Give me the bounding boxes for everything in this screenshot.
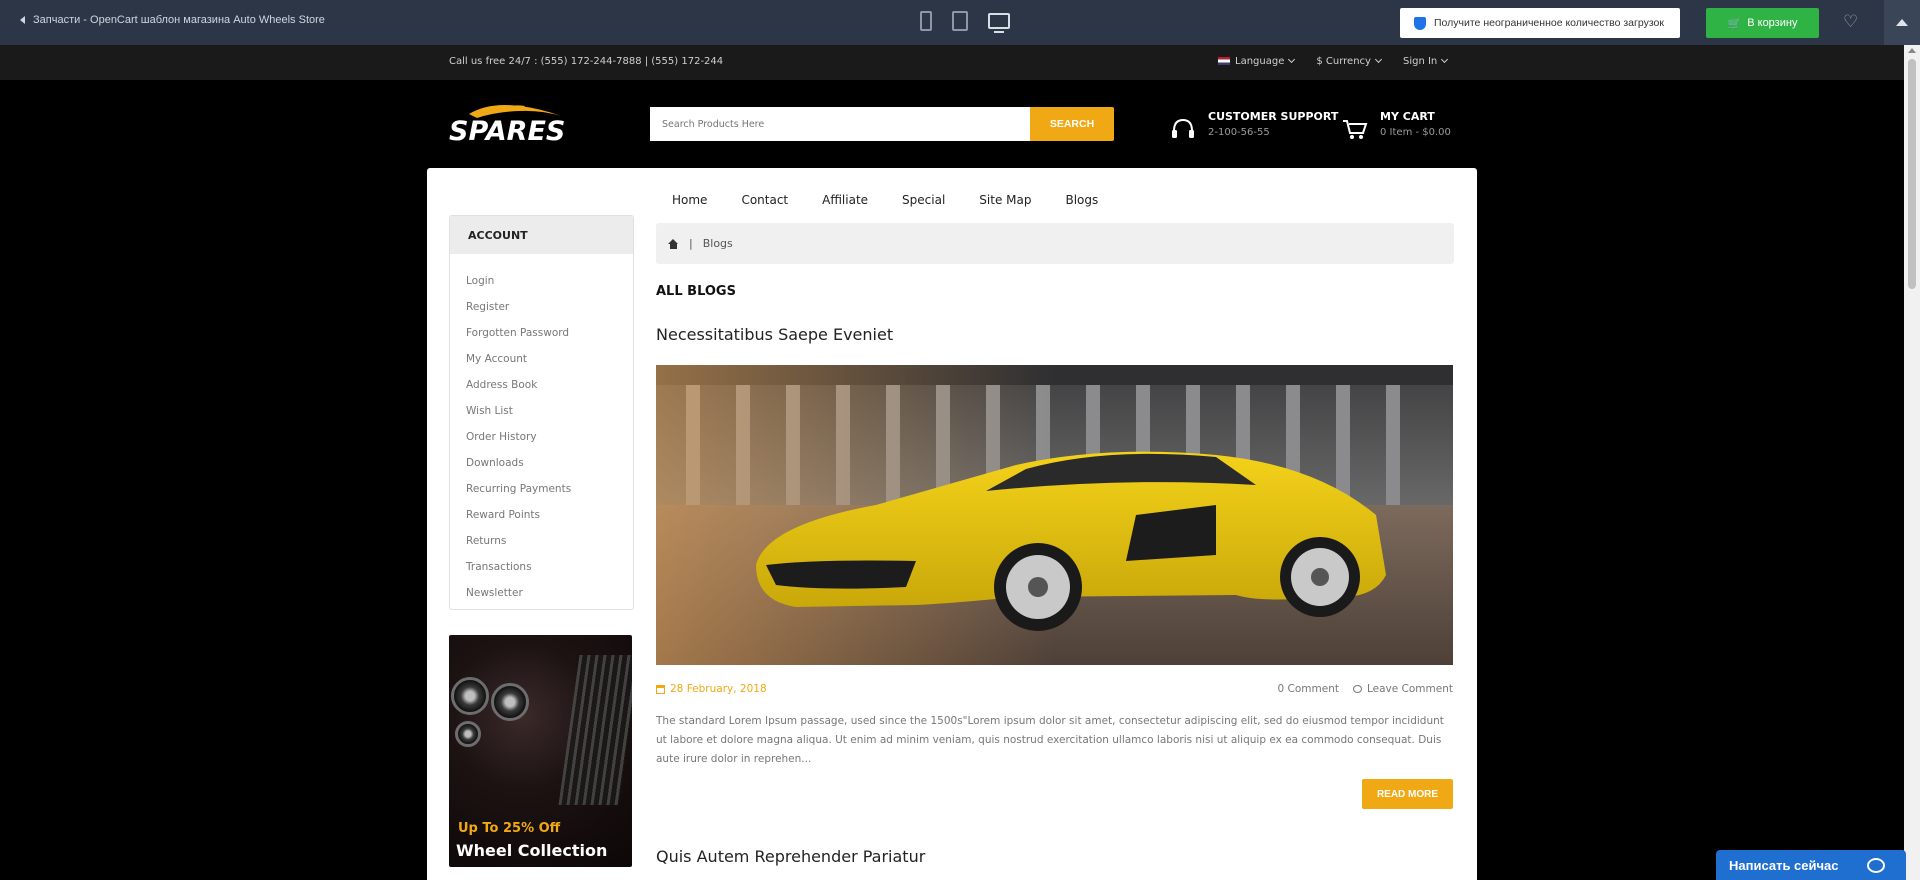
nav-blogs[interactable]: Blogs [1065, 193, 1098, 207]
breadcrumb-current[interactable]: Blogs [703, 237, 733, 250]
us-flag-icon [1218, 57, 1230, 65]
shopping-cart-icon [1343, 120, 1368, 139]
logo-text: SPARES [449, 116, 565, 144]
scroll-up-icon[interactable] [1908, 48, 1916, 53]
yellow-sports-car-image [656, 365, 1453, 665]
page-scrollbar[interactable] [1904, 45, 1920, 880]
cart-icon: 🛒 [1727, 17, 1742, 30]
mobile-view-icon[interactable] [920, 11, 932, 31]
nav-home[interactable]: Home [672, 193, 707, 207]
account-link-my-account[interactable]: My Account [466, 346, 633, 372]
currency-dropdown[interactable]: $ Currency [1316, 55, 1383, 67]
home-icon[interactable] [668, 238, 679, 249]
shield-icon [1414, 16, 1426, 30]
headset-icon [1172, 118, 1194, 138]
account-link-forgotten-password[interactable]: Forgotten Password [466, 320, 633, 346]
comment-count[interactable]: 0 Comment [1278, 683, 1339, 695]
account-heading: ACCOUNT [450, 216, 633, 254]
account-link-recurring-payments[interactable]: Recurring Payments [466, 476, 633, 502]
post-excerpt: The standard Lorem Ipsum passage, used s… [656, 715, 1444, 765]
post-date-text: 28 February, 2018 [670, 683, 767, 695]
account-sidebar: ACCOUNT Login Register Forgotten Passwor… [449, 215, 634, 610]
account-link-wish-list[interactable]: Wish List [466, 398, 633, 424]
headlight-image [491, 683, 529, 721]
post-meta: 28 February, 2018 0 Comment Leave Commen… [656, 683, 1453, 695]
account-link-reward-points[interactable]: Reward Points [466, 502, 633, 528]
chevron-down-icon [1374, 55, 1383, 64]
post-title[interactable]: Necessitatibus Saepe Eveniet [656, 325, 893, 344]
read-more-button[interactable]: READ MORE [1362, 779, 1453, 809]
nav-contact[interactable]: Contact [741, 193, 788, 207]
post-comments: 0 Comment Leave Comment [1278, 683, 1453, 695]
spares-logo[interactable]: SPARES [449, 100, 577, 144]
customer-support[interactable]: CUSTOMER SUPPORT 2-100-56-55 [1170, 110, 1338, 142]
back-label: Запчасти - OpenCart шаблон магазина Auto… [33, 14, 325, 26]
banner-discount: Up To 25% Off [458, 821, 561, 836]
support-phone: 2-100-56-55 [1208, 127, 1270, 138]
search-input[interactable] [650, 107, 1030, 141]
currency-label: $ Currency [1316, 56, 1371, 67]
chevron-down-icon [1288, 55, 1296, 64]
mini-cart[interactable]: MY CART 0 Item - $0.00 [1342, 110, 1451, 142]
nav-special[interactable]: Special [902, 193, 945, 207]
cart-summary: 0 Item - $0.00 [1380, 127, 1451, 138]
leave-comment-label: Leave Comment [1366, 683, 1453, 695]
cart-button-label: В корзину [1747, 17, 1798, 29]
chevron-down-icon [1441, 55, 1449, 64]
breadcrumb: | Blogs [656, 223, 1454, 264]
language-dropdown[interactable]: Language [1218, 55, 1296, 67]
wheel-collection-banner[interactable]: Up To 25% Off Wheel Collection [449, 635, 632, 867]
leave-comment-link[interactable]: Leave Comment [1352, 683, 1453, 695]
signin-dropdown[interactable]: Sign In [1402, 55, 1449, 67]
collapse-bar-button[interactable] [1884, 0, 1920, 45]
chat-widget[interactable]: Написать сейчас [1716, 850, 1906, 880]
account-link-transactions[interactable]: Transactions [466, 554, 633, 580]
language-label: Language [1235, 56, 1285, 67]
scroll-thumb[interactable] [1908, 59, 1916, 289]
account-link-address-book[interactable]: Address Book [466, 372, 633, 398]
account-link-downloads[interactable]: Downloads [466, 450, 633, 476]
post-title[interactable]: Quis Autem Reprehender Pariatur [656, 847, 925, 866]
nav-affiliate[interactable]: Affiliate [822, 193, 868, 207]
account-link-order-history[interactable]: Order History [466, 424, 633, 450]
banner-title: Wheel Collection [456, 841, 608, 860]
device-switcher [920, 11, 1010, 33]
post-date: 28 February, 2018 [656, 683, 767, 695]
promo-text: Получите неограниченное количество загру… [1434, 17, 1664, 29]
search-button[interactable]: SEARCH [1030, 107, 1114, 141]
post-image[interactable] [656, 365, 1453, 665]
main-nav: Home Contact Affiliate Special Site Map … [672, 193, 1098, 207]
breadcrumb-separator: | [689, 237, 693, 250]
support-title: CUSTOMER SUPPORT [1208, 110, 1339, 123]
nav-site-map[interactable]: Site Map [979, 193, 1031, 207]
account-link-login[interactable]: Login [466, 268, 633, 294]
chat-bubble-icon [1866, 857, 1885, 873]
store-topbar: Call us free 24/7 : (555) 172-244-7888 |… [0, 45, 1904, 80]
heart-icon[interactable]: ♡ [1843, 12, 1858, 32]
page-title: ALL BLOGS [656, 284, 736, 299]
grille-image [558, 655, 632, 805]
comment-icon [1352, 685, 1362, 693]
call-text: Call us free 24/7 : (555) 172-244-7888 |… [449, 56, 724, 67]
caret-left-icon [20, 16, 25, 24]
desktop-view-icon[interactable] [988, 13, 1010, 33]
account-link-newsletter[interactable]: Newsletter [466, 580, 633, 606]
tablet-view-icon[interactable] [952, 11, 968, 31]
add-to-cart-button[interactable]: 🛒 В корзину [1706, 8, 1819, 38]
signin-label: Sign In [1402, 56, 1438, 67]
account-link-register[interactable]: Register [466, 294, 633, 320]
headlight-image [455, 721, 481, 747]
chat-label: Написать сейчас [1729, 857, 1839, 873]
headlight-image [451, 677, 489, 715]
cart-title: MY CART [1380, 110, 1435, 123]
calendar-icon [656, 684, 665, 694]
search-box [650, 107, 1030, 141]
topbar-menus: Language $ Currency Sign In [1218, 55, 1449, 67]
back-to-template-link[interactable]: Запчасти - OpenCart шаблон магазина Auto… [20, 14, 325, 26]
preview-bar: Запчасти - OpenCart шаблон магазина Auto… [0, 0, 1920, 45]
account-link-returns[interactable]: Returns [466, 528, 633, 554]
unlimited-downloads-button[interactable]: Получите неограниченное количество загру… [1400, 8, 1680, 38]
